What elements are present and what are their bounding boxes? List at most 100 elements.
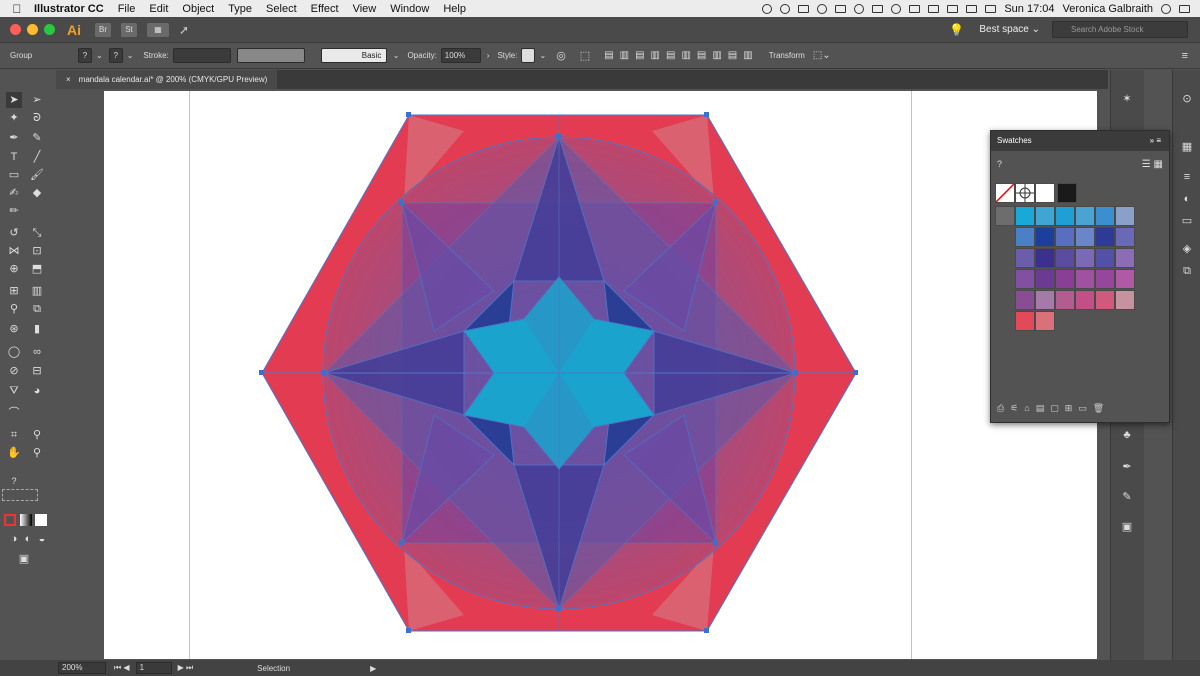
menu-select[interactable]: Select — [266, 3, 297, 15]
scale-tool-icon[interactable]: ⤡ — [29, 225, 45, 241]
stroke-weight-field[interactable] — [172, 48, 231, 63]
color-mode-icon[interactable] — [4, 514, 16, 526]
swatch-color[interactable] — [1055, 248, 1075, 268]
user-name[interactable]: Veronica Galbraith — [1063, 3, 1154, 15]
free-transform-icon[interactable]: ⊡ — [29, 243, 45, 259]
status-menu-arrow-icon[interactable]: ▶ — [370, 664, 376, 673]
swatch-black[interactable] — [1057, 183, 1077, 203]
puppet-warp-icon[interactable]: ∞ — [29, 344, 45, 360]
stroke-panel-icon[interactable]: ≡ — [1180, 170, 1194, 184]
swatch-color[interactable] — [1115, 227, 1135, 247]
fill-stroke-widget[interactable]: ? — [6, 473, 22, 489]
align-buttons-icon[interactable]: ▤▥▤▥▤▥▤▥▤▥ — [604, 50, 758, 61]
swatch-registration[interactable] — [1015, 183, 1035, 203]
transform-label[interactable]: Transform — [769, 51, 805, 60]
swatch-color[interactable] — [1095, 227, 1115, 247]
symbols-panel-icon[interactable]: ♣ — [1120, 428, 1134, 442]
curvature-tool-icon[interactable]: ✎ — [29, 130, 45, 146]
perspective-grid-icon[interactable]: ⛛ — [6, 383, 22, 399]
fill-dropdown-icon[interactable]: ⌄ — [96, 51, 103, 60]
bluetooth-icon[interactable] — [909, 4, 921, 13]
opacity-label[interactable]: Opacity: — [407, 51, 436, 60]
close-tab-icon[interactable]: × — [66, 75, 71, 84]
rectangle-tool-icon[interactable]: ▭ — [6, 167, 22, 183]
stroke-dropdown-icon[interactable]: ⌄ — [127, 51, 134, 60]
swatch-color[interactable] — [1095, 206, 1115, 226]
next-artboard-icon[interactable]: ▶ ⏭ — [178, 663, 194, 673]
menu-window[interactable]: Window — [390, 3, 429, 15]
swatch-color[interactable] — [1075, 248, 1095, 268]
swatch-color[interactable] — [1035, 269, 1055, 289]
swatch-folder-icon[interactable] — [995, 206, 1015, 226]
timer-icon[interactable] — [854, 3, 865, 14]
pen-tool-icon[interactable]: ✒ — [6, 130, 22, 146]
graph-tool-icon[interactable]: ▮ — [29, 321, 45, 337]
direct-selection-tool-icon[interactable]: ➢ — [29, 92, 45, 108]
creative-cloud-icon[interactable] — [835, 4, 847, 13]
app-name-menu[interactable]: Illustrator CC — [34, 3, 104, 15]
paintbrush-icon[interactable]: 🖌 — [29, 167, 45, 183]
brushes-panel-icon[interactable]: ✶ — [1120, 92, 1134, 106]
menu-object[interactable]: Object — [182, 3, 214, 15]
appearance-panel-icon[interactable]: ✎ — [1120, 490, 1134, 504]
menu-help[interactable]: Help — [443, 3, 466, 15]
artboard-tool-icon[interactable]: ⊟ — [29, 363, 45, 379]
time-machine-icon[interactable] — [891, 3, 902, 14]
isolate-icon[interactable]: ⬚⌄ — [813, 50, 831, 61]
notification-center-icon[interactable] — [1179, 4, 1190, 13]
stock-button[interactable]: St — [121, 22, 137, 37]
fill-stroke-mini-icon[interactable]: ? — [997, 159, 1002, 169]
brush-definition[interactable]: Basic — [320, 48, 387, 63]
gradient-tool-icon[interactable]: ▥ — [29, 283, 45, 299]
transparency-panel-icon[interactable]: ◐ — [1180, 192, 1194, 206]
none-mode-icon[interactable] — [35, 514, 47, 526]
display-icon[interactable] — [872, 4, 884, 13]
color-guide-icon[interactable]: ▦ — [1180, 140, 1194, 154]
layers-panel-icon[interactable]: ◈ — [1180, 242, 1194, 256]
search-stock-input[interactable]: Search Adobe Stock — [1052, 21, 1188, 38]
panel-menu-icon[interactable]: » ≡ — [1150, 131, 1161, 151]
opacity-arrow-icon[interactable]: › — [487, 51, 490, 60]
battery-icon[interactable] — [966, 4, 978, 13]
gradient-panel-icon[interactable]: ▭ — [1180, 214, 1194, 228]
graphic-style-swatch[interactable] — [521, 48, 536, 63]
fill-swatch[interactable]: ? — [78, 48, 92, 63]
swatches-footer-icons[interactable]: ⎙⚟⌂▤▢⊞▭🗑 — [997, 403, 1110, 414]
sampler-icon[interactable]: ⚲ — [29, 427, 45, 443]
dropbox-icon[interactable] — [798, 4, 810, 13]
shaper-tool-icon[interactable]: ✍ — [6, 185, 22, 201]
swatch-color[interactable] — [1015, 248, 1035, 268]
spotlight-icon[interactable] — [1161, 3, 1171, 14]
zoom-level-field[interactable]: 200% — [58, 662, 106, 674]
magic-wand-icon[interactable]: ✦ — [6, 110, 22, 126]
scissors-icon[interactable]: ⌒ — [6, 405, 22, 421]
first-artboard-icon[interactable]: ⏮ ◀ — [114, 663, 130, 673]
swatch-color[interactable] — [1015, 290, 1035, 310]
clock[interactable]: Sun 17:04 — [1004, 3, 1054, 15]
swatch-color[interactable] — [1035, 248, 1055, 268]
gradient-mode-icon[interactable] — [20, 514, 32, 526]
menu-view[interactable]: View — [353, 3, 377, 15]
swatch-color[interactable] — [1015, 227, 1035, 247]
volume-icon[interactable] — [947, 4, 959, 13]
swatch-color[interactable] — [1035, 311, 1055, 331]
hand-tool-icon[interactable]: ✋ — [6, 445, 22, 461]
menu-edit[interactable]: Edit — [149, 3, 168, 15]
arrange-documents-icon[interactable]: ▦ — [147, 22, 169, 37]
blend-tool-icon[interactable]: ⧉ — [29, 301, 45, 317]
pencil-icon[interactable]: ✏ — [6, 203, 22, 219]
eyedropper-icon[interactable]: ⚲ — [6, 301, 22, 317]
recolor-artwork-icon[interactable]: ◎ — [556, 49, 566, 62]
wifi-icon[interactable] — [928, 4, 940, 13]
stroke-swatch[interactable]: ? — [108, 48, 123, 63]
line-tool-icon[interactable]: ╱ — [29, 149, 45, 165]
swatch-color[interactable] — [1095, 290, 1115, 310]
swatch-color[interactable] — [1095, 269, 1115, 289]
record-icon[interactable] — [762, 3, 773, 14]
swatch-color[interactable] — [1115, 248, 1135, 268]
mandala-artwork[interactable] — [104, 91, 1097, 659]
document-tab[interactable]: × mandala calendar.ai* @ 200% (CMYK/GPU … — [56, 70, 278, 89]
graphic-styles-icon[interactable]: ✒ — [1120, 460, 1134, 474]
menu-effect[interactable]: Effect — [311, 3, 339, 15]
swatch-color[interactable] — [1015, 311, 1035, 331]
